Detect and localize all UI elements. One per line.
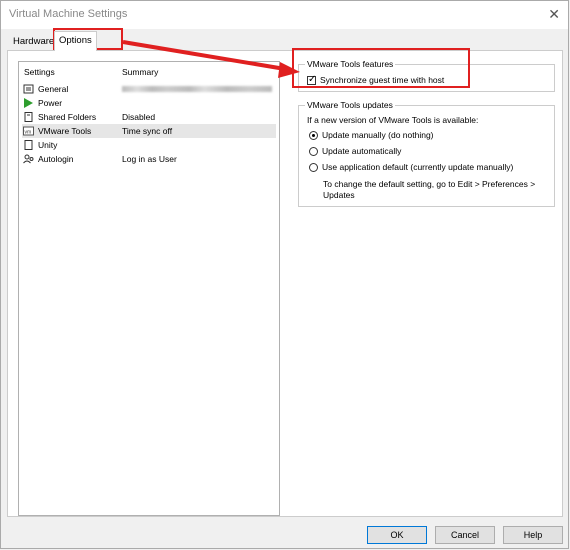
annotation-arrow-icon: [122, 40, 300, 78]
tab-options[interactable]: Options: [54, 31, 97, 51]
